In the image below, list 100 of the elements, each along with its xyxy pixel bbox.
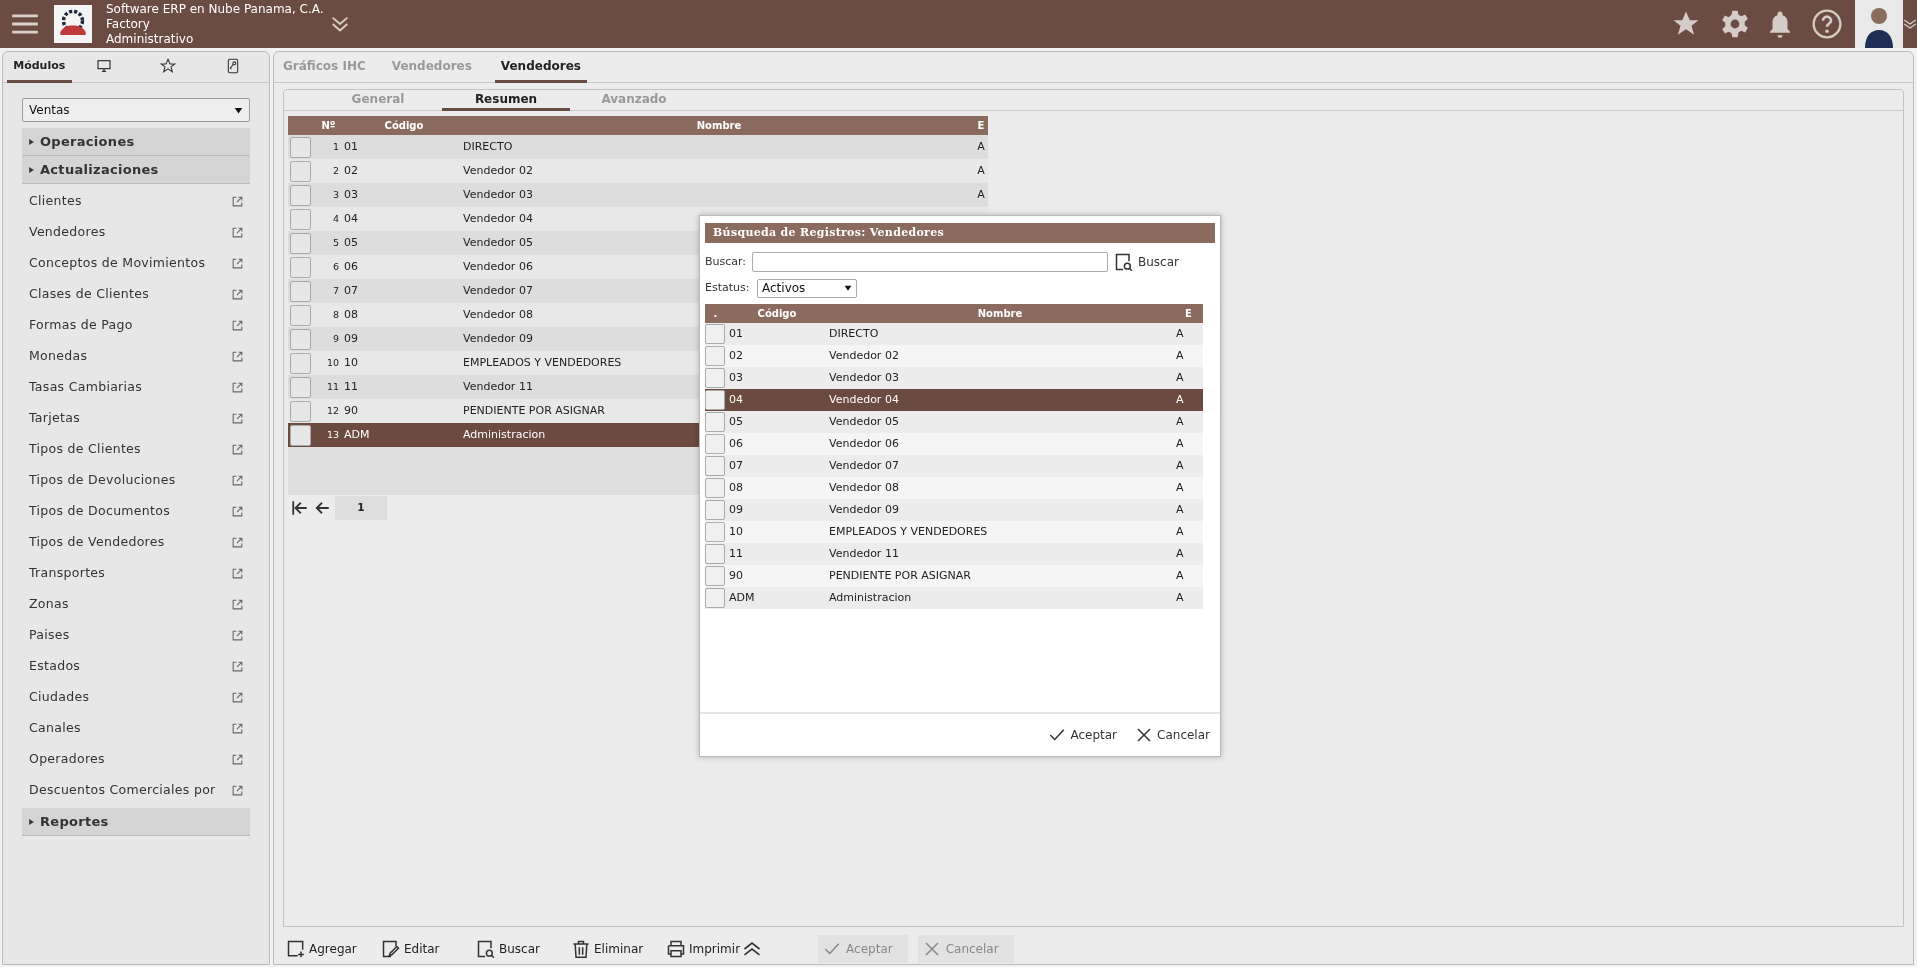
external-link-icon[interactable] [231,195,244,208]
menu-link[interactable]: Estados [29,657,81,676]
table-row[interactable]: 90 PENDIENTE POR ASIGNAR A [705,565,1203,587]
row-checkbox[interactable] [290,424,311,446]
menu-link[interactable]: Tipos de Vendedores [29,533,165,552]
row-checkbox[interactable] [290,184,311,206]
toolbar-button[interactable]: Editar [381,935,476,964]
row-checkbox[interactable] [705,346,725,366]
row-checkbox[interactable] [705,368,725,388]
external-link-icon[interactable] [231,660,244,673]
help-icon[interactable] [1811,8,1843,40]
row-checkbox[interactable] [290,232,311,254]
first-page-icon[interactable] [291,499,309,517]
external-link-icon[interactable] [231,567,244,580]
section-header[interactable]: Operaciones [22,128,250,156]
menu-link[interactable]: Tipos de Devoluciones [29,471,176,490]
cancel-button[interactable]: Cancelar [1135,726,1210,744]
menu-link[interactable]: Conceptos de Movimientos [29,254,206,273]
row-checkbox[interactable] [705,412,725,432]
table-row[interactable]: 03 Vendedor 03 A [705,367,1203,389]
external-link-icon[interactable] [231,598,244,611]
row-checkbox[interactable] [290,376,311,398]
row-checkbox[interactable] [705,434,725,454]
row-checkbox[interactable] [705,478,725,498]
menu-link[interactable]: Monedas [29,347,88,366]
menu-link[interactable]: Formas de Pago [29,316,133,335]
menu-link[interactable]: Tipos de Documentos [29,502,170,521]
status-dropdown[interactable]: Activos [757,278,857,298]
toolbar-button[interactable]: Imprimir [666,935,741,964]
search-button[interactable]: Buscar [1114,252,1179,272]
menu-link[interactable]: Tasas Cambiarias [29,378,143,397]
row-checkbox[interactable] [290,280,311,302]
row-checkbox[interactable] [705,500,725,520]
external-link-icon[interactable] [231,722,244,735]
menu-link[interactable]: Clientes [29,192,82,211]
menu-link[interactable]: Clases de Clientes [29,285,149,304]
subtab[interactable]: Resumen [442,90,570,111]
external-link-icon[interactable] [231,536,244,549]
row-checkbox[interactable] [290,136,311,158]
row-checkbox[interactable] [290,208,311,230]
table-row[interactable]: 06 Vendedor 06 A [705,433,1203,455]
avatar-silhouette[interactable] [1855,0,1903,48]
row-checkbox[interactable] [290,352,311,374]
page-number[interactable]: 1 [335,496,387,520]
external-link-icon[interactable] [231,691,244,704]
row-checkbox[interactable] [290,304,311,326]
menu-link[interactable]: Vendedores [29,223,106,242]
table-row[interactable]: 01 DIRECTO A [705,323,1203,345]
row-checkbox[interactable] [705,390,725,410]
external-link-icon[interactable] [231,226,244,239]
row-checkbox[interactable] [705,522,725,542]
section-header[interactable]: Reportes [22,808,250,836]
external-link-icon[interactable] [231,288,244,301]
menu-link[interactable]: Canales [29,719,81,738]
menu-link[interactable]: Paises [29,626,70,645]
search-field[interactable] [752,252,1108,272]
table-row[interactable]: 04 Vendedor 04 A [705,389,1203,411]
external-link-icon[interactable] [231,629,244,642]
toolbar-button[interactable]: Agregar [286,935,381,964]
row-checkbox[interactable] [290,328,311,350]
module-dropdown[interactable]: Ventas [22,98,250,122]
external-link-icon[interactable] [231,784,244,797]
menu-link[interactable]: Descuentos Comerciales por [29,781,216,800]
external-link-icon[interactable] [231,474,244,487]
row-checkbox[interactable] [290,256,311,278]
modules-tab[interactable]: Módulos [7,52,72,83]
row-checkbox[interactable] [705,588,725,608]
menu-link[interactable]: Ciudades [29,688,90,707]
external-link-icon[interactable] [231,257,244,270]
menu-link[interactable]: Operadores [29,750,105,769]
table-row[interactable]: 10 EMPLEADOS Y VENDEDORES A [705,521,1203,543]
toolbar-button[interactable]: Buscar [476,935,571,964]
external-link-icon[interactable] [231,350,244,363]
row-checkbox[interactable] [705,544,725,564]
external-link-icon[interactable] [231,753,244,766]
external-link-icon[interactable] [231,505,244,518]
table-row[interactable]: 2 02 Vendedor 02 A [288,159,988,183]
row-checkbox[interactable] [290,160,311,182]
table-row[interactable]: 07 Vendedor 07 A [705,455,1203,477]
external-link-icon[interactable] [231,443,244,456]
table-row[interactable]: 1 01 DIRECTO A [288,135,988,159]
table-row[interactable]: 08 Vendedor 08 A [705,477,1203,499]
row-checkbox[interactable] [290,400,311,422]
menu-link[interactable]: Tarjetas [29,409,80,428]
accept-button[interactable]: Aceptar [1048,726,1118,744]
row-checkbox[interactable] [705,324,725,344]
menu-link[interactable]: Zonas [29,595,69,614]
section-header[interactable]: Actualizaciones [22,156,250,184]
table-row[interactable]: 09 Vendedor 09 A [705,499,1203,521]
previous-page-icon[interactable] [313,499,331,517]
tab[interactable]: Vendedores [494,52,587,83]
menu-link[interactable]: Tipos de Clientes [29,440,141,459]
menu-link[interactable]: Transportes [29,564,106,583]
table-row[interactable]: 3 03 Vendedor 03 A [288,183,988,207]
table-row[interactable]: 02 Vendedor 02 A [705,345,1203,367]
table-row[interactable]: 05 Vendedor 05 A [705,411,1203,433]
table-row[interactable]: 11 Vendedor 11 A [705,543,1203,565]
external-link-icon[interactable] [231,319,244,332]
toolbar-button[interactable]: Eliminar [571,935,666,964]
table-row[interactable]: ADM Administracion A [705,587,1203,609]
